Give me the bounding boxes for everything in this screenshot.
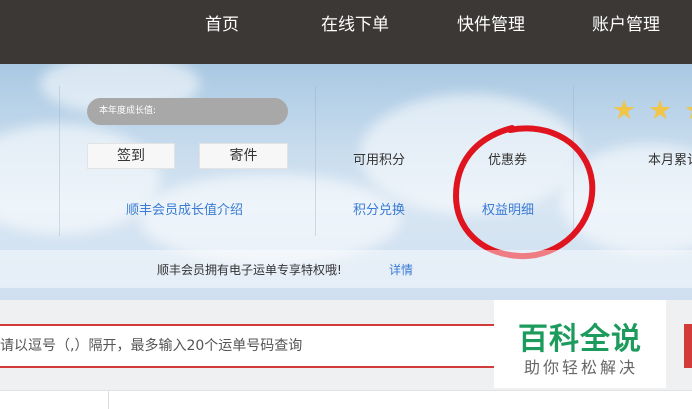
points-redeem-link[interactable]: 积分兑换 [353,199,405,218]
notice-bar: 顺丰会员拥有电子运单专享特权哦! 详情 [0,250,692,288]
waybill-search-input[interactable]: 请以逗号（,）隔开，最多输入20个运单号码查询 [0,324,500,368]
notice-detail-link[interactable]: 详情 [389,261,413,278]
star-icon: ★ [684,97,692,124]
send-button[interactable]: 寄件 [199,143,288,169]
rights-detail-link[interactable]: 权益明细 [482,199,534,218]
nav-account-management[interactable]: 账户管理 [592,0,660,64]
monthly-total-label: 本月累计 [648,153,692,168]
column-divider [315,86,316,236]
column-divider [59,86,60,236]
watermark-title: 百科全说 [518,322,642,357]
coupons-label[interactable]: 优惠券 [488,149,527,168]
lower-strip [0,390,692,409]
notice-text: 顺丰会员拥有电子运单专享特权哦! [157,263,342,277]
nav-home[interactable]: 首页 [205,0,239,64]
column-divider [573,86,574,236]
watermark-subtitle: 助你轻松解决 [524,358,639,377]
growth-value-bar: 本年度成长值: [87,98,288,125]
sign-in-button[interactable]: 签到 [87,143,175,169]
available-points-label[interactable]: 可用积分 [353,149,405,168]
growth-intro-link[interactable]: 顺丰会员成长值介绍 [126,199,243,218]
member-panel: 本年度成长值: 签到 寄件 顺丰会员成长值介绍 可用积分 积分兑换 优惠券 权益… [0,64,692,300]
star-icon: ★ [648,95,673,126]
watermark: 百科全说 助你轻松解决 [494,300,666,388]
nav-online-order[interactable]: 在线下单 [321,0,389,64]
star-icon: ★ [612,95,637,126]
nav-shipment-management[interactable]: 快件管理 [457,0,525,64]
search-button[interactable] [684,324,692,368]
top-navigation: 首页 在线下单 快件管理 账户管理 [0,0,692,64]
strip-divider [108,391,109,409]
